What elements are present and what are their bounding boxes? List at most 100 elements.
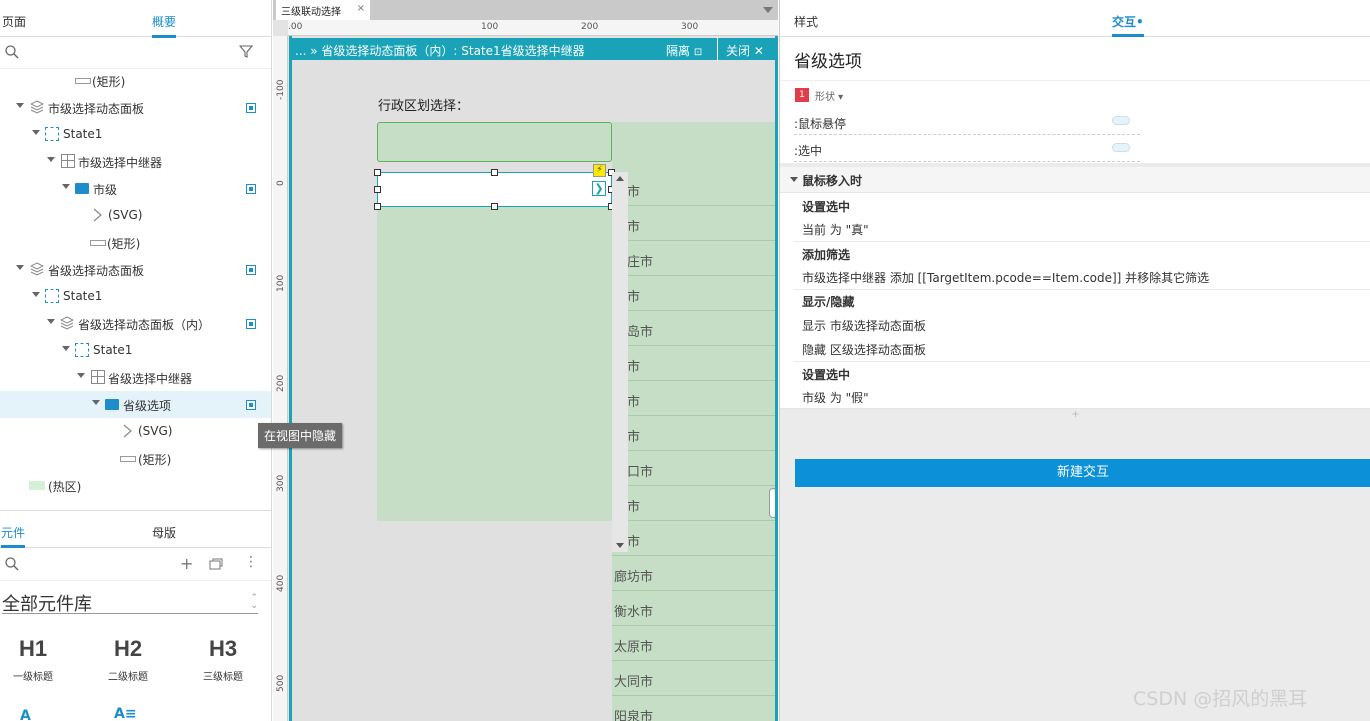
collapse-arrow-icon[interactable] (790, 177, 798, 182)
action-detail[interactable]: 市级 为 "假" (802, 389, 869, 406)
collapse-arrow-icon[interactable] (77, 373, 85, 378)
resize-handle[interactable] (374, 169, 381, 176)
widget-name[interactable]: 省级选项 (780, 37, 1370, 81)
city-item[interactable]: 津市 (612, 207, 775, 241)
outline-node[interactable]: 市级选择动态面板 (0, 94, 271, 121)
outline-node[interactable]: (热区) (0, 472, 271, 499)
close-button[interactable]: 关闭 ✕ (726, 42, 764, 59)
city-item[interactable]: 京市 (612, 172, 775, 206)
state-row[interactable]: :选中 (794, 135, 1140, 162)
widget-h3[interactable]: H3 三级标题 (193, 636, 253, 683)
select-box[interactable] (377, 122, 612, 162)
outline-node[interactable]: State1 (0, 337, 271, 364)
canvas-scroll-thumb[interactable] (769, 488, 775, 518)
outline-node[interactable]: 市级选择中继器 (0, 148, 271, 175)
selected-option[interactable] (377, 172, 612, 207)
collapse-arrow-icon[interactable] (62, 346, 70, 351)
collapse-arrow-icon[interactable] (62, 184, 70, 189)
outline-node[interactable]: (矩形) (0, 67, 271, 94)
resize-handle[interactable] (491, 169, 498, 176)
visibility-toggle-icon[interactable] (246, 103, 256, 113)
collapse-arrow-icon[interactable] (92, 400, 100, 405)
tab-interactions[interactable]: 交互• (1112, 13, 1144, 37)
city-item[interactable]: 皇岛市 (612, 312, 775, 346)
outline-node[interactable]: 省级选择动态面板 (0, 256, 271, 283)
add-action-icon[interactable]: + (780, 409, 1370, 425)
action-detail[interactable]: 当前 为 "真" (802, 221, 869, 238)
tab-style[interactable]: 样式 (794, 13, 818, 30)
state-toggle[interactable] (1112, 116, 1130, 125)
tab-masters[interactable]: 母版 (152, 524, 176, 541)
page-tab[interactable]: 三级联动选择 × (276, 0, 370, 20)
city-item[interactable]: 家庄市 (612, 242, 775, 276)
filter-icon[interactable] (239, 45, 255, 59)
event-header[interactable]: 鼠标移入时 (780, 167, 1370, 193)
tab-outline[interactable]: 概要 (152, 13, 177, 38)
outline-node[interactable]: State1 (0, 121, 271, 148)
action-detail[interactable]: 市级选择中继器 添加 [[TargetItem.pcode==Item.code… (802, 269, 1209, 286)
paragraph-widget-icon[interactable]: A≡ (114, 706, 137, 721)
city-item[interactable]: 衡水市 (612, 592, 775, 626)
svg-arrow-icon[interactable]: ❯ (592, 181, 606, 196)
city-item[interactable]: 台市 (612, 382, 775, 416)
scroll-down-icon[interactable] (616, 543, 624, 548)
design-canvas[interactable]: 行政区划选择： 京市津市家庄市山市皇岛市郸市台市定市家口市德市州市廊坊市衡水市太… (292, 60, 775, 721)
city-item[interactable]: 廊坊市 (612, 557, 775, 591)
action-title[interactable]: 显示/隐藏 (802, 293, 854, 310)
outline-node[interactable]: 省级选择动态面板（内） (0, 310, 271, 337)
state-toggle[interactable] (1112, 143, 1130, 152)
tab-widgets[interactable]: 元件 (1, 524, 26, 548)
isolate-button[interactable]: 隔离 ⊡ (666, 42, 702, 59)
library-search[interactable]: + ⋮ (0, 548, 271, 581)
new-interaction-button[interactable]: 新建交互 (795, 459, 1370, 487)
collapse-arrow-icon[interactable] (16, 265, 24, 270)
outline-node[interactable]: (矩形) (0, 229, 271, 256)
widget-h1[interactable]: H1 一级标题 (3, 636, 63, 683)
city-item[interactable]: 郸市 (612, 347, 775, 381)
scroll-up-icon[interactable] (616, 176, 624, 181)
outline-node-selected[interactable]: 省级选项 (0, 391, 271, 418)
outline-search[interactable] (0, 37, 271, 69)
city-item[interactable]: 定市 (612, 417, 775, 451)
outline-node[interactable]: 市级 (0, 175, 271, 202)
city-item[interactable]: 阳泉市 (612, 697, 775, 721)
widget-h2[interactable]: H2 二级标题 (98, 636, 158, 683)
action-title[interactable]: 设置选中 (802, 366, 850, 383)
action-detail[interactable]: 隐藏 区级选择动态面板 (802, 341, 926, 358)
action-title[interactable]: 添加筛选 (802, 246, 850, 263)
collapse-arrow-icon[interactable] (47, 319, 55, 324)
visibility-toggle-icon[interactable] (246, 319, 256, 329)
city-item[interactable]: 家口市 (612, 452, 775, 486)
copy-icon[interactable] (209, 558, 223, 570)
text-widget-icon[interactable]: A (20, 708, 31, 721)
city-item[interactable]: 山市 (612, 277, 775, 311)
visibility-toggle-icon[interactable] (246, 400, 256, 410)
action-detail[interactable]: 显示 市级选择动态面板 (802, 317, 926, 334)
close-tab-icon[interactable]: × (357, 3, 365, 14)
library-dropdown[interactable]: 全部元件库 ⌃ ⌄ (2, 590, 258, 615)
collapse-arrow-icon[interactable] (32, 292, 40, 297)
city-item[interactable]: 大同市 (612, 662, 775, 696)
outline-node[interactable]: (SVG) (0, 202, 271, 229)
state-row[interactable]: :鼠标悬停 (794, 108, 1140, 135)
city-item[interactable]: 德市 (612, 487, 775, 521)
city-item[interactable]: 太原市 (612, 627, 775, 661)
resize-handle[interactable] (374, 203, 381, 210)
outline-node[interactable]: State1 (0, 283, 271, 310)
add-library-icon[interactable]: + (180, 554, 193, 573)
collapse-arrow-icon[interactable] (47, 157, 55, 162)
scrollbar[interactable] (612, 172, 628, 552)
city-item[interactable]: 州市 (612, 522, 775, 556)
collapse-arrow-icon[interactable] (16, 103, 24, 108)
visibility-toggle-icon[interactable] (246, 184, 256, 194)
shape-dropdown[interactable]: 形状 ▾ (815, 88, 843, 103)
outline-node[interactable]: (矩形) (0, 445, 271, 472)
resize-handle[interactable] (374, 186, 381, 193)
tab-pages[interactable]: 页面 (2, 13, 26, 30)
more-menu-icon[interactable]: ⋮ (244, 554, 258, 570)
action-title[interactable]: 设置选中 (802, 198, 850, 215)
visibility-toggle-icon[interactable] (246, 265, 256, 275)
collapse-arrow-icon[interactable] (32, 130, 40, 135)
outline-node[interactable]: (SVG) (0, 418, 271, 445)
outline-node[interactable]: 省级选择中继器 (0, 364, 271, 391)
